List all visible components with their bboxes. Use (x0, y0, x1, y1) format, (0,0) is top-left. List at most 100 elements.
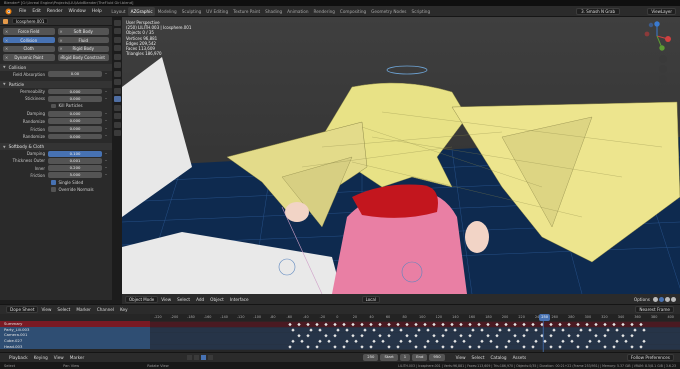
menu-file[interactable]: File (16, 9, 29, 14)
fluid-button[interactable]: ✕ Fluid (57, 36, 109, 44)
softbody-damping-field[interactable]: 0.100 (48, 150, 102, 157)
world-tab-icon[interactable] (113, 62, 121, 68)
workspace-tab-animation[interactable]: Animation (285, 7, 311, 16)
workspace-tab-scripting[interactable]: Scripting (409, 7, 433, 16)
grid-view-icon[interactable] (659, 85, 667, 93)
data-tab-icon[interactable] (113, 113, 121, 119)
modifier-tab-icon[interactable] (113, 79, 121, 85)
object-tab-icon[interactable] (113, 70, 121, 77)
dopesheet-mode-dropdown[interactable]: Dope Sheet (6, 306, 39, 313)
follow-preferences-dropdown[interactable]: Follow Preferences (626, 354, 674, 361)
view-layer-tab-icon[interactable] (113, 45, 121, 51)
object-name-field[interactable]: Icosphere.001 (12, 18, 49, 24)
shading-mode-buttons[interactable] (653, 296, 676, 302)
object-mode-dropdown[interactable]: Object Mode (125, 295, 159, 303)
rigid-body-button[interactable]: ✕ Rigid Body (57, 45, 109, 53)
keyframe-dot-icon[interactable]: • (104, 152, 108, 156)
thickness-outer-field[interactable]: 0.001 (48, 157, 102, 164)
view-layer-selector[interactable]: ViewLayer (647, 7, 676, 15)
friction-randomize-field[interactable]: 0.000 (48, 133, 102, 140)
keyframe-dot-icon[interactable]: • (104, 173, 108, 177)
dopesheet-menu-channel[interactable]: Channel (94, 307, 117, 312)
dopesheet-menu-key[interactable]: Key (117, 307, 131, 312)
dopesheet-frame-ruler[interactable]: -220 -200 -180 -160 -140 -120 -100 -80 -60 -40 -20… (150, 314, 680, 321)
transform-orientation-dropdown[interactable]: Local (361, 295, 380, 303)
cloth-button[interactable]: ✕ Cloth (3, 45, 55, 53)
solid-shading-icon[interactable] (659, 296, 664, 302)
channel-row[interactable]: Head.003 (0, 343, 150, 349)
timeline-menu-playback[interactable]: Playback (6, 355, 31, 360)
softbody-friction-field[interactable]: 5.000 (48, 172, 102, 179)
current-frame-indicator[interactable]: 250 (539, 314, 551, 321)
thickness-inner-field[interactable]: 0.200 (48, 165, 102, 171)
workspace-tab-shading[interactable]: Shading (263, 7, 285, 16)
keyframe-dot-icon[interactable]: • (104, 159, 108, 163)
dynamic-paint-button[interactable]: ✕ Dynamic Paint (3, 54, 55, 61)
field-absorption-field[interactable]: 0.00 (48, 71, 102, 78)
permeability-field[interactable]: 0.000 (48, 88, 102, 95)
physics-tab-icon[interactable] (113, 96, 121, 102)
viewport-menu-interface[interactable]: Interface (227, 297, 252, 302)
asset-menu-view[interactable]: View (453, 355, 469, 360)
soft-body-button[interactable]: ✕ Soft Body (57, 28, 109, 35)
menu-window[interactable]: Window (66, 9, 89, 14)
collision-section-header[interactable]: ▼ Collision (0, 63, 112, 71)
keyframe-dot-icon[interactable]: • (104, 112, 108, 116)
single-sided-checkbox[interactable]: Single Sided (0, 179, 112, 186)
asset-menu-assets[interactable]: Assets (510, 355, 530, 360)
zoom-icon[interactable] (659, 55, 667, 63)
viewport-menu-object[interactable]: Object (207, 297, 227, 302)
keyframe-canvas[interactable] (150, 321, 680, 352)
camera-view-icon[interactable] (659, 75, 667, 83)
workspace-tab-uv-editing[interactable]: UV Editing (204, 7, 231, 16)
timeline-menu-marker[interactable]: Marker (67, 355, 87, 360)
current-frame-field[interactable]: 250 (363, 354, 379, 361)
keyframe-dot-icon[interactable]: • (104, 119, 108, 123)
timeline-menu-keying[interactable]: Keying (31, 355, 51, 360)
stickiness-field[interactable]: 0.000 (48, 95, 102, 102)
texture-tab-icon[interactable] (113, 130, 121, 136)
tool-tab-icon[interactable] (113, 19, 121, 26)
wireframe-shading-icon[interactable] (653, 296, 658, 302)
softbody-cloth-section-header[interactable]: ▼ Softbody & Cloth (0, 143, 112, 151)
material-shading-icon[interactable] (665, 296, 670, 302)
particle-section-header[interactable]: ▼ Particle (0, 80, 112, 88)
dopesheet-menu-select[interactable]: Select (54, 307, 73, 312)
workspace-tab-rendering[interactable]: Rendering (311, 7, 337, 16)
dopesheet-keyframe-area[interactable] (150, 321, 680, 352)
blender-logo-icon[interactable] (3, 7, 13, 15)
menu-render[interactable]: Render (44, 9, 66, 14)
particle-damping-field[interactable]: 0.000 (48, 111, 102, 117)
jump-end-icon[interactable] (208, 355, 214, 360)
keyframe-dot-icon[interactable]: • (104, 166, 108, 170)
timeline-menu-view[interactable]: View (51, 355, 67, 360)
menu-help[interactable]: Help (89, 9, 105, 14)
render-tab-icon[interactable] (113, 28, 121, 34)
keyframe-dot-icon[interactable]: • (104, 127, 108, 131)
workspace-tab-texture-paint[interactable]: Texture Paint (231, 7, 263, 16)
play-reverse-icon[interactable] (194, 355, 200, 360)
rendered-shading-icon[interactable] (671, 296, 676, 302)
force-field-button[interactable]: ✕ Force Field (3, 28, 55, 35)
material-tab-icon[interactable] (113, 121, 121, 128)
pan-hand-icon[interactable] (659, 65, 667, 73)
keyframe-dot-icon[interactable]: • (104, 97, 108, 101)
particles-tab-icon[interactable] (113, 87, 121, 94)
override-normals-checkbox[interactable]: Override Normals (0, 186, 112, 193)
constraints-tab-icon[interactable] (113, 104, 121, 111)
output-tab-icon[interactable] (113, 36, 121, 43)
workspace-tab-modeling[interactable]: Modeling (155, 7, 179, 16)
viewport-menu-add[interactable]: Add (193, 297, 207, 302)
dopesheet-menu-view[interactable]: View (38, 307, 54, 312)
rigid-body-constraint-button[interactable]: ✕ Rigid Body Constraint (57, 54, 109, 61)
workspace-tab-layout[interactable]: Layout (109, 7, 128, 16)
menu-edit[interactable]: Edit (29, 9, 44, 14)
scene-selector[interactable]: 3. Smash N Grab (576, 7, 620, 15)
viewport-options-menu[interactable]: Options (631, 297, 653, 302)
end-frame-field[interactable]: 950 (429, 354, 445, 361)
scene-tab-icon[interactable] (113, 53, 121, 60)
kill-particles-checkbox[interactable]: Kill Particles (0, 102, 112, 109)
viewport-menu-view[interactable]: View (158, 297, 174, 302)
dopesheet-menu-marker[interactable]: Marker (73, 307, 93, 312)
jump-start-icon[interactable] (187, 355, 193, 360)
